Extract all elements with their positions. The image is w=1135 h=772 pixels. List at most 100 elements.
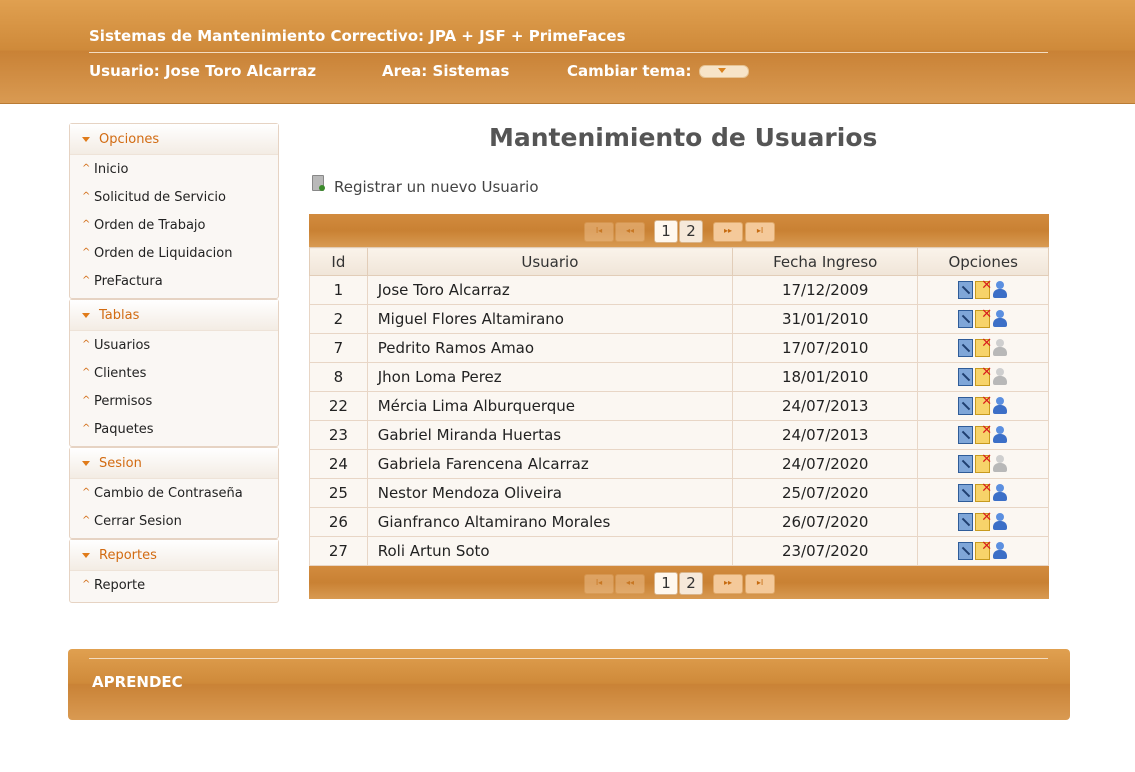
page-1-button[interactable]: 1 <box>654 572 678 595</box>
delete-icon[interactable] <box>975 365 992 387</box>
page-1-button[interactable]: 1 <box>654 220 678 243</box>
sidebar-item-prefactura[interactable]: ^ PreFactura <box>70 268 278 296</box>
caret-up-icon: ^ <box>82 395 91 406</box>
first-page-button[interactable]: I◂ <box>584 222 614 242</box>
edit-icon[interactable] <box>958 426 974 445</box>
table-row[interactable]: 1 Jose Toro Alcarraz 17/12/2009 <box>309 275 1049 305</box>
table-row[interactable]: 22 Mércia Lima Alburquerque 24/07/2013 <box>309 391 1049 421</box>
sidebar-item-permisos[interactable]: ^ Permisos <box>70 388 278 416</box>
panel-header[interactable]: Reportes <box>70 540 278 571</box>
cell-opciones <box>917 449 1049 479</box>
table-row[interactable]: 24 Gabriela Farencena Alcarraz 24/07/2020 <box>309 449 1049 479</box>
delete-icon[interactable] <box>975 539 992 561</box>
sidebar-item-orden-trabajo[interactable]: ^ Orden de Trabajo <box>70 212 278 240</box>
table-row[interactable]: 7 Pedrito Ramos Amao 17/07/2010 <box>309 333 1049 363</box>
theme-label: Cambiar tema: <box>567 62 692 80</box>
cell-id: 27 <box>309 536 368 566</box>
user-inactive-icon[interactable] <box>992 455 1008 473</box>
user-active-icon[interactable] <box>992 426 1008 444</box>
last-page-button[interactable]: ▸I <box>745 574 775 594</box>
users-grid: Id Usuario Fecha Ingreso Opciones 1 Jose … <box>309 247 1049 566</box>
edit-icon[interactable] <box>958 513 974 532</box>
edit-icon[interactable] <box>958 455 974 474</box>
chevron-down-icon <box>718 68 726 73</box>
theme-switcher[interactable] <box>699 65 749 78</box>
panel-title: Opciones <box>99 132 160 147</box>
column-header-fecha[interactable]: Fecha Ingreso <box>732 247 919 276</box>
table-row[interactable]: 8 Jhon Loma Perez 18/01/2010 <box>309 362 1049 392</box>
table-row[interactable]: 26 Gianfranco Altamirano Morales 26/07/202… <box>309 507 1049 537</box>
sidebar-item-cambio-contrasena[interactable]: ^ Cambio de Contraseña <box>70 480 278 508</box>
delete-icon[interactable] <box>975 278 992 300</box>
sidebar-item-inicio[interactable]: ^ Inicio <box>70 156 278 184</box>
table-row[interactable]: 2 Miguel Flores Altamirano 31/01/2010 <box>309 304 1049 334</box>
panel-header[interactable]: Sesion <box>70 448 278 479</box>
sidebar-item-solicitud[interactable]: ^ Solicitud de Servicio <box>70 184 278 212</box>
page-2-button[interactable]: 2 <box>679 220 703 243</box>
user-active-icon[interactable] <box>992 542 1008 560</box>
cell-fecha: 25/07/2020 <box>732 478 919 508</box>
page-2-button[interactable]: 2 <box>679 572 703 595</box>
footer-divider <box>89 658 1048 659</box>
delete-icon[interactable] <box>975 452 992 474</box>
chevron-down-icon <box>82 461 90 466</box>
delete-icon[interactable] <box>975 394 992 416</box>
sidebar-item-usuarios[interactable]: ^ Usuarios <box>70 332 278 360</box>
last-page-button[interactable]: ▸I <box>745 222 775 242</box>
users-table: I◂ ◂◂ 1 2 ▸▸ ▸I Id Usuario Fecha Ingreso… <box>309 214 1049 599</box>
user-active-icon[interactable] <box>992 484 1008 502</box>
column-header-id[interactable]: Id <box>309 247 368 276</box>
next-page-button[interactable]: ▸▸ <box>713 222 743 242</box>
table-row[interactable]: 25 Nestor Mendoza Oliveira 25/07/2020 <box>309 478 1049 508</box>
user-active-icon[interactable] <box>992 310 1008 328</box>
prev-page-button[interactable]: ◂◂ <box>615 222 645 242</box>
delete-icon[interactable] <box>975 510 992 532</box>
cell-fecha: 31/01/2010 <box>732 304 919 334</box>
delete-icon[interactable] <box>975 336 992 358</box>
first-page-button[interactable]: I◂ <box>584 574 614 594</box>
caret-up-icon: ^ <box>82 275 91 286</box>
user-inactive-icon[interactable] <box>992 368 1008 386</box>
edit-icon[interactable] <box>958 310 974 329</box>
caret-up-icon: ^ <box>82 515 91 526</box>
delete-icon[interactable] <box>975 481 992 503</box>
sidebar-item-cerrar-sesion[interactable]: ^ Cerrar Sesion <box>70 508 278 536</box>
last-page-icon: ▸I <box>756 578 764 587</box>
table-row[interactable]: 27 Roli Artun Soto 23/07/2020 <box>309 536 1049 566</box>
table-row[interactable]: 23 Gabriel Miranda Huertas 24/07/2013 <box>309 420 1049 450</box>
panel-header[interactable]: Opciones <box>70 124 278 155</box>
delete-icon[interactable] <box>975 423 992 445</box>
user-active-icon[interactable] <box>992 397 1008 415</box>
delete-icon[interactable] <box>975 307 992 329</box>
sidebar-item-reporte[interactable]: ^ Reporte <box>70 572 278 600</box>
prev-page-button[interactable]: ◂◂ <box>615 574 645 594</box>
cell-usuario: Pedrito Ramos Amao <box>366 333 734 363</box>
paginator-bottom: I◂ ◂◂ 1 2 ▸▸ ▸I <box>309 566 1049 599</box>
edit-icon[interactable] <box>958 397 974 416</box>
add-badge-icon <box>319 185 325 191</box>
edit-icon[interactable] <box>958 542 974 561</box>
sidebar-item-label: Usuarios <box>94 338 151 353</box>
cell-opciones <box>917 362 1049 392</box>
column-header-usuario[interactable]: Usuario <box>366 247 734 276</box>
edit-icon[interactable] <box>958 281 974 300</box>
sidebar-item-clientes[interactable]: ^ Clientes <box>70 360 278 388</box>
user-active-icon[interactable] <box>992 513 1008 531</box>
next-page-button[interactable]: ▸▸ <box>713 574 743 594</box>
user-active-icon[interactable] <box>992 281 1008 299</box>
cell-usuario: Miguel Flores Altamirano <box>366 304 734 334</box>
panel-title: Sesion <box>99 456 142 471</box>
app-header: Sistemas de Mantenimiento Correctivo: JP… <box>0 0 1135 104</box>
sidebar-item-paquetes[interactable]: ^ Paquetes <box>70 416 278 444</box>
paginator-top: I◂ ◂◂ 1 2 ▸▸ ▸I <box>309 214 1049 247</box>
edit-icon[interactable] <box>958 484 974 503</box>
cell-usuario: Jose Toro Alcarraz <box>366 275 734 305</box>
sidebar-item-orden-liquidacion[interactable]: ^ Orden de Liquidacion <box>70 240 278 268</box>
panel-header[interactable]: Tablas <box>70 300 278 331</box>
column-header-opciones: Opciones <box>917 247 1049 276</box>
edit-icon[interactable] <box>958 368 974 387</box>
caret-up-icon: ^ <box>82 367 91 378</box>
edit-icon[interactable] <box>958 339 974 358</box>
chevron-down-icon <box>82 137 90 142</box>
user-inactive-icon[interactable] <box>992 339 1008 357</box>
